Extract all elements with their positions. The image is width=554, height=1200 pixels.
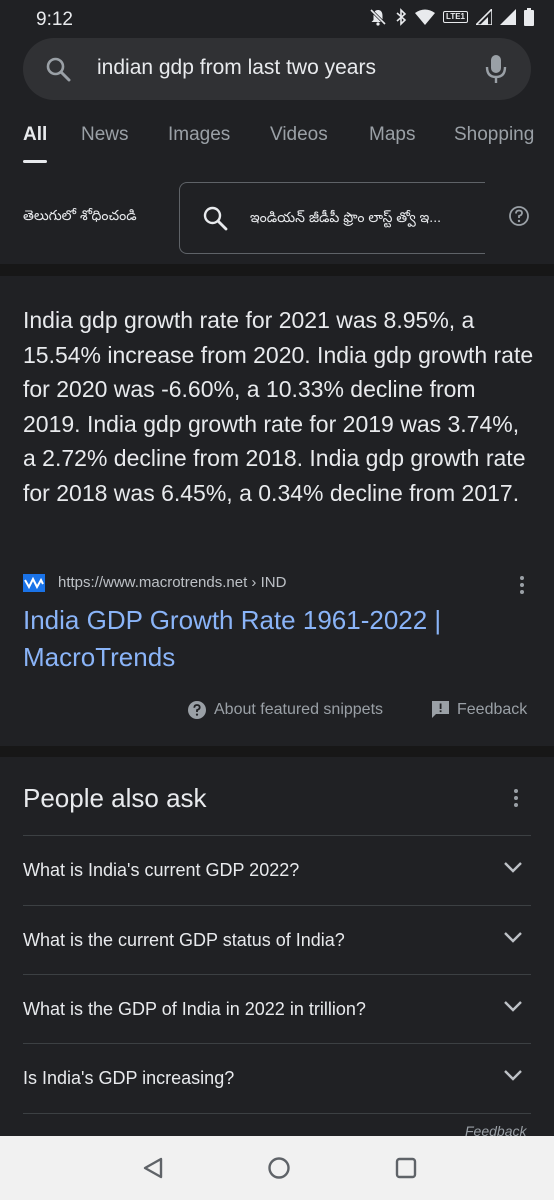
home-icon[interactable] xyxy=(267,1156,291,1180)
status-icons: LTE1 xyxy=(369,8,534,26)
more-options-icon[interactable] xyxy=(519,574,525,596)
recents-icon[interactable] xyxy=(394,1156,418,1180)
system-nav-bar xyxy=(0,1136,554,1200)
chevron-down-icon xyxy=(504,932,522,943)
wifi-icon xyxy=(415,9,436,25)
snippet-footer: About featured snippets Feedback xyxy=(0,696,554,726)
help-icon[interactable] xyxy=(508,205,530,227)
search-tabs: All News Images Videos Maps Shopping xyxy=(0,120,554,166)
paa-question-text: Is India's GDP increasing? xyxy=(23,1068,235,1088)
translated-query-button[interactable]: ఇండియన్ జీడీపీ ఫ్రొం లాస్ట్ త్వో ఇ... xyxy=(179,182,485,254)
paa-question-text: What is the GDP of India in 2022 in tril… xyxy=(23,999,366,1019)
status-bar: 9:12 LTE1 xyxy=(0,0,554,40)
search-icon xyxy=(46,57,71,82)
search-icon xyxy=(203,206,228,231)
chevron-down-icon xyxy=(504,1001,522,1012)
tab-all[interactable]: All xyxy=(23,124,47,146)
more-options-icon[interactable] xyxy=(513,787,519,809)
feedback-icon xyxy=(432,701,449,718)
bluetooth-icon xyxy=(396,8,407,26)
tab-videos[interactable]: Videos xyxy=(270,124,328,146)
mute-icon xyxy=(369,8,387,26)
people-also-ask-title: People also ask xyxy=(23,783,207,813)
paa-question[interactable]: What is the GDP of India in 2022 in tril… xyxy=(23,974,531,1044)
source-url[interactable]: https://www.macrotrends.net › IND xyxy=(58,574,286,591)
paa-question[interactable]: Is India's GDP increasing? xyxy=(23,1043,531,1114)
status-time: 9:12 xyxy=(36,9,73,30)
signal-icon-2 xyxy=(500,9,516,25)
search-bar[interactable]: indian gdp from last two years xyxy=(23,38,531,100)
result-title-link[interactable]: India GDP Growth Rate 1961-2022 | MacroT… xyxy=(23,602,523,676)
paa-question-text: What is India's current GDP 2022? xyxy=(23,860,300,880)
feedback-label: Feedback xyxy=(457,700,528,718)
search-input[interactable]: indian gdp from last two years xyxy=(97,56,376,80)
back-icon[interactable] xyxy=(141,1156,165,1180)
snippet-source[interactable]: https://www.macrotrends.net › IND xyxy=(23,572,533,596)
tab-images[interactable]: Images xyxy=(168,124,230,146)
macrotrends-favicon xyxy=(23,574,45,592)
chevron-down-icon xyxy=(504,1070,522,1081)
tab-shopping[interactable]: Shopping xyxy=(454,124,534,146)
section-divider xyxy=(0,264,554,276)
chevron-down-icon xyxy=(504,862,522,873)
about-featured-snippets[interactable]: About featured snippets xyxy=(187,700,383,720)
featured-snippet-text: India gdp growth rate for 2021 was 8.95%… xyxy=(23,307,534,506)
people-also-ask: People also ask What is India's current … xyxy=(0,757,554,1147)
section-divider xyxy=(0,746,554,757)
paa-question[interactable]: What is the current GDP status of India? xyxy=(23,905,531,975)
signal-icon xyxy=(476,9,492,25)
translate-row: తెలుగులో శోధించండి ఇండియన్ జీడీపీ ఫ్రొం … xyxy=(0,176,554,262)
help-icon xyxy=(188,701,206,719)
tab-maps[interactable]: Maps xyxy=(369,124,415,146)
language-search-label[interactable]: తెలుగులో శోధించండి xyxy=(23,207,137,227)
translated-query-text: ఇండియన్ జీడీపీ ఫ్రొం లాస్ట్ త్వో ఇ... xyxy=(250,209,441,225)
active-tab-indicator xyxy=(23,160,47,163)
about-featured-snippets-label: About featured snippets xyxy=(214,701,384,718)
battery-icon xyxy=(524,8,534,26)
paa-question-text: What is the current GDP status of India? xyxy=(23,930,345,950)
feedback-button[interactable]: Feedback xyxy=(431,700,527,719)
lte-badge: LTE1 xyxy=(443,11,468,23)
tab-news[interactable]: News xyxy=(81,124,129,146)
mic-icon[interactable] xyxy=(485,54,507,84)
paa-question[interactable]: What is India's current GDP 2022? xyxy=(23,835,531,905)
